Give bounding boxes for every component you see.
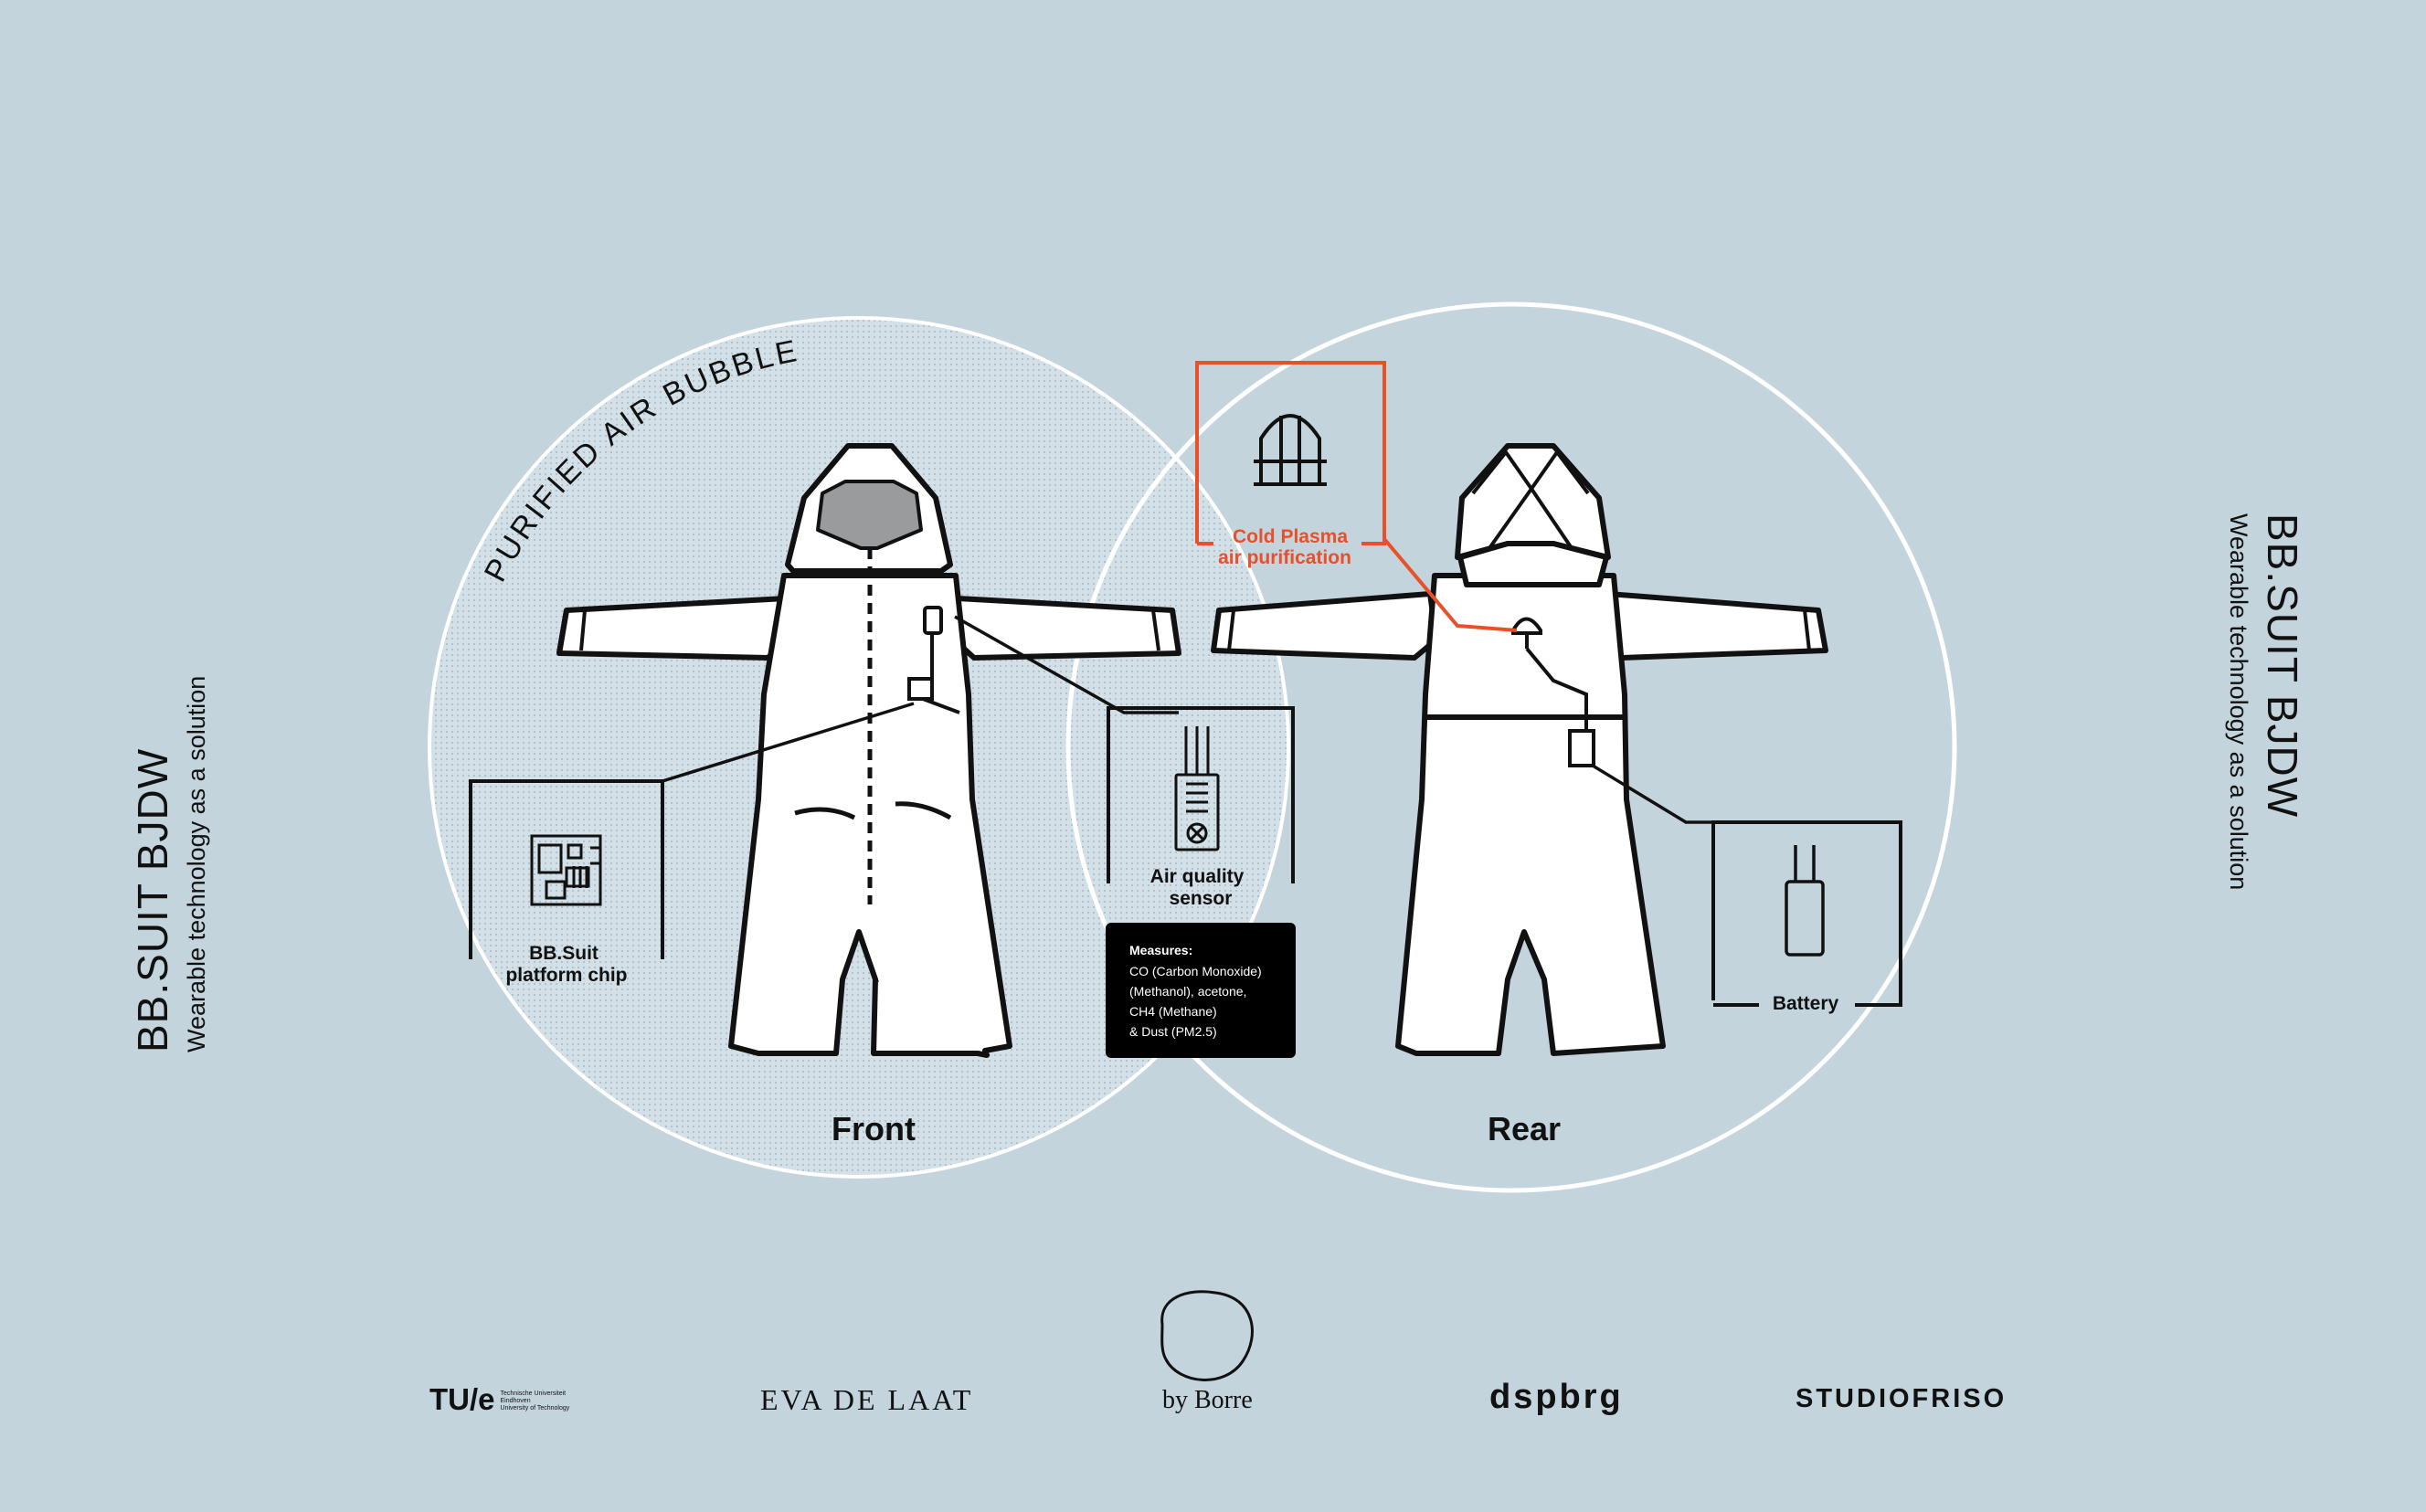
callout-chip-line1: BB.Suit bbox=[529, 943, 599, 964]
side-title-left: BB.SUIT BJDW Wearable technology as a so… bbox=[128, 513, 238, 1052]
measures-line: (Methanol), acetone, bbox=[1129, 984, 1246, 999]
side-subtitle: Wearable technology as a solution bbox=[2225, 513, 2252, 891]
callout-sensor-line2: sensor bbox=[1170, 888, 1233, 909]
measures-box: Measures: CO (Carbon Monoxide) (Methanol… bbox=[1106, 923, 1296, 1058]
callout-battery-label: Battery bbox=[1773, 993, 1839, 1014]
eva-de-laat-logo: EVA DE LAAT bbox=[760, 1383, 974, 1416]
callout-battery: Battery bbox=[1711, 820, 1902, 1014]
measures-heading: Measures: bbox=[1129, 943, 1192, 957]
side-title-right: BB.SUIT BJDW Wearable technology as a so… bbox=[2198, 513, 2307, 1052]
callout-plasma-line1: Cold Plasma bbox=[1233, 526, 1348, 547]
measures-line: CH4 (Methane) bbox=[1129, 1004, 1217, 1019]
callout-plasma-line2: air purification bbox=[1218, 547, 1351, 568]
by-borre-logo-text: by Borre bbox=[1162, 1386, 1253, 1414]
view-label-front: Front bbox=[832, 1110, 916, 1147]
side-title: BB.SUIT BJDW bbox=[2259, 513, 2306, 819]
borre-logo-mark bbox=[1160, 1290, 1254, 1381]
view-label-rear: Rear bbox=[1488, 1110, 1561, 1147]
tue-logo-subtext: Technische Universiteit Eindhoven Universi… bbox=[500, 1390, 570, 1412]
tue-logo: TU/e Technische Universiteit Eindhoven Univ… bbox=[429, 1382, 569, 1417]
measures-line: & Dust (PM2.5) bbox=[1129, 1024, 1217, 1039]
studiofriso-logo: STUDIOFRISO bbox=[1796, 1384, 2008, 1413]
measures-line: CO (Carbon Monoxide) bbox=[1129, 964, 1262, 978]
callout-chip-line2: platform chip bbox=[505, 965, 627, 986]
dspbrg-logo: dspbrg bbox=[1489, 1378, 1624, 1416]
callout-sensor-line1: Air quality bbox=[1150, 866, 1245, 887]
tue-logo-mark: TU/e bbox=[429, 1382, 495, 1416]
side-subtitle: Wearable technology as a solution bbox=[183, 675, 210, 1052]
side-title: BB.SUIT BJDW bbox=[129, 747, 176, 1052]
